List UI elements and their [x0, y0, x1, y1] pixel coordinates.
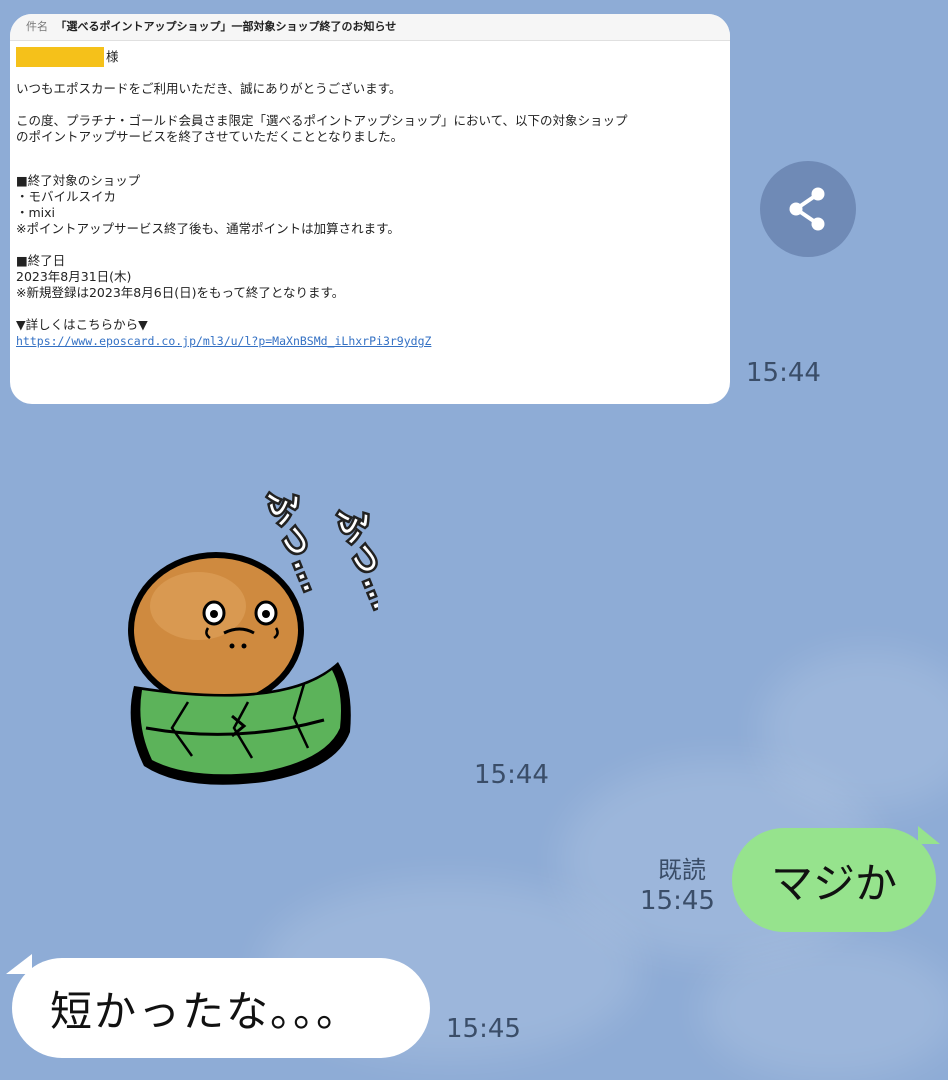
- body-line: この度、プラチナ・ゴールド会員さま限定「選べるポイントアップショップ」において、…: [16, 113, 628, 128]
- subject-label: 件名: [26, 20, 48, 33]
- shop-item: ・モバイルスイカ: [16, 189, 117, 204]
- email-subject-bar: 件名 「選べるポイントアップショップ」一部対象ショップ終了のお知らせ: [10, 14, 730, 41]
- honorific: 様: [106, 49, 119, 64]
- email-subject: 「選べるポイントアップショップ」一部対象ショップ終了のお知らせ: [55, 20, 397, 33]
- greeting-text: いつもエポスカードをご利用いただき、誠にありがとうございます。: [16, 81, 402, 96]
- background-cloud: [700, 940, 948, 1080]
- end-date: 2023年8月31日(木): [16, 269, 132, 284]
- note-text: ※新規登録は2023年8月6日(日)をもって終了となります。: [16, 285, 345, 300]
- read-status: 既読: [658, 856, 706, 884]
- sticker-message[interactable]: ふっ… ふっ…: [128, 458, 409, 788]
- message-time: 15:45: [446, 1014, 521, 1044]
- shop-item: ・mixi: [16, 205, 56, 220]
- share-button[interactable]: [760, 161, 856, 257]
- outgoing-message-bubble[interactable]: マジか: [732, 828, 936, 932]
- redaction-box: [16, 47, 104, 67]
- message-time: 15:45: [640, 886, 715, 916]
- bubble-tail: [918, 826, 940, 844]
- section-title: ■終了対象のショップ: [16, 173, 141, 188]
- details-link[interactable]: https://www.eposcard.co.jp/ml3/u/l?p=MaX…: [16, 333, 724, 349]
- note-text: ※ポイントアップサービス終了後も、通常ポイントは加算されます。: [16, 221, 400, 236]
- rice-cake-sticker: ふっ… ふっ…: [128, 480, 409, 785]
- message-time: 15:44: [746, 358, 821, 388]
- body-line: のポイントアップサービスを終了させていただくこととなりました。: [16, 129, 404, 144]
- share-icon: [789, 187, 825, 231]
- incoming-message-bubble[interactable]: 短かったな。。。: [12, 958, 430, 1058]
- message-time: 15:44: [474, 760, 549, 790]
- details-label: ▼詳しくはこちらから▼: [16, 317, 148, 332]
- section-title: ■終了日: [16, 253, 66, 268]
- image-message[interactable]: 件名 「選べるポイントアップショップ」一部対象ショップ終了のお知らせ 様 いつも…: [10, 14, 730, 404]
- sticker-text: ふっ…: [328, 500, 378, 616]
- email-body: 様 いつもエポスカードをご利用いただき、誠にありがとうございます。 この度、プラ…: [10, 41, 730, 349]
- recipient-row: 様: [16, 47, 724, 67]
